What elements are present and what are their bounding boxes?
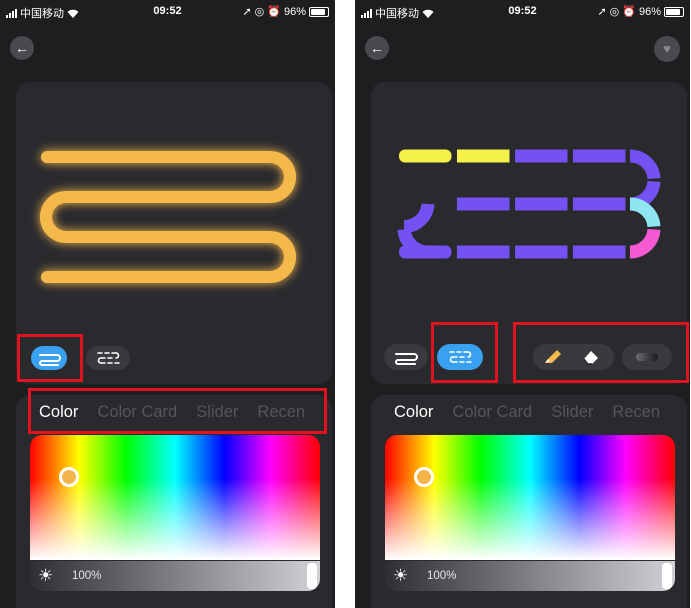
heart-icon: ♥ [663,41,671,56]
phone-screen-segment-mode: 中国移动 09:52 ➚ ◎ ⏰ 96% ← ♥ Color Color Car… [355,0,690,608]
tab-color-card[interactable]: Color Card [452,403,532,422]
arrow-left-icon: ← [15,40,29,56]
arrow-left-icon: ← [370,40,384,56]
picker-tabs: Color Color Card Slider Recen [394,403,660,422]
strip-path [40,151,296,283]
strip-segment[interactable] [515,245,568,259]
brightness-handle[interactable] [662,563,672,589]
status-bar: 中国移动 09:52 ➚ ◎ ⏰ 96% [0,0,335,22]
strip-segment[interactable] [515,197,568,211]
battery-percent: 96% [638,5,661,18]
highlight-box [513,322,689,383]
favorite-button[interactable]: ♥ [654,36,680,62]
strip-segment[interactable] [399,245,452,259]
color-knob[interactable] [414,467,434,487]
tab-color[interactable]: Color [394,403,433,422]
phone-screen-line-mode: 中国移动 09:52 ➚ ◎ ⏰ 96% ← Color Color Card … [0,0,335,608]
tab-recent[interactable]: Recen [612,403,660,422]
alarm-icon: ⏰ [267,6,281,18]
color-spectrum[interactable] [30,435,320,560]
battery-percent: 96% [283,5,306,18]
alarm-icon: ⏰ [622,6,636,18]
strip-segment[interactable] [457,149,510,163]
status-bar: 中国移动 09:52 ➚ ◎ ⏰ 96% [355,0,690,22]
battery-icon [309,6,329,17]
lock-rotation-icon: ◎ [254,6,265,18]
sun-icon: ☀ [38,566,54,585]
brightness-slider[interactable]: ☀ 100% [30,561,320,591]
brightness-value: 100% [72,570,102,582]
line-mode-button[interactable] [384,344,428,370]
strip-segment[interactable] [457,197,510,211]
strip-segment[interactable] [629,149,661,180]
highlight-box [431,322,498,383]
segment-mode-icon [97,352,120,364]
color-knob[interactable] [59,467,79,487]
sun-icon: ☀ [393,566,409,585]
highlight-box [28,388,327,434]
brightness-value: 100% [427,570,457,582]
location-icon: ➚ [242,6,252,18]
tab-slider[interactable]: Slider [551,403,593,422]
line-mode-icon [395,353,418,365]
color-picker-panel: Color Color Card Slider Recen ☀ 100% [371,395,687,608]
highlight-box [17,334,83,382]
strip-segment[interactable] [573,245,626,259]
location-icon: ➚ [597,6,607,18]
brightness-slider[interactable]: ☀ 100% [385,561,675,591]
strip-segment[interactable] [403,203,435,234]
strip-segment[interactable] [573,149,626,163]
strip-segment[interactable] [573,197,626,211]
color-spectrum[interactable] [385,435,675,560]
back-button[interactable]: ← [10,36,34,60]
brightness-handle[interactable] [307,563,317,589]
strip-segment[interactable] [629,228,661,259]
strip-segment[interactable] [629,197,661,228]
strip-segment[interactable] [515,149,568,163]
strip-segment[interactable] [399,149,452,163]
battery-icon [664,6,684,17]
back-button[interactable]: ← [365,36,389,60]
lock-rotation-icon: ◎ [609,6,620,18]
strip-segment[interactable] [457,245,510,259]
segment-mode-button[interactable] [86,346,130,370]
